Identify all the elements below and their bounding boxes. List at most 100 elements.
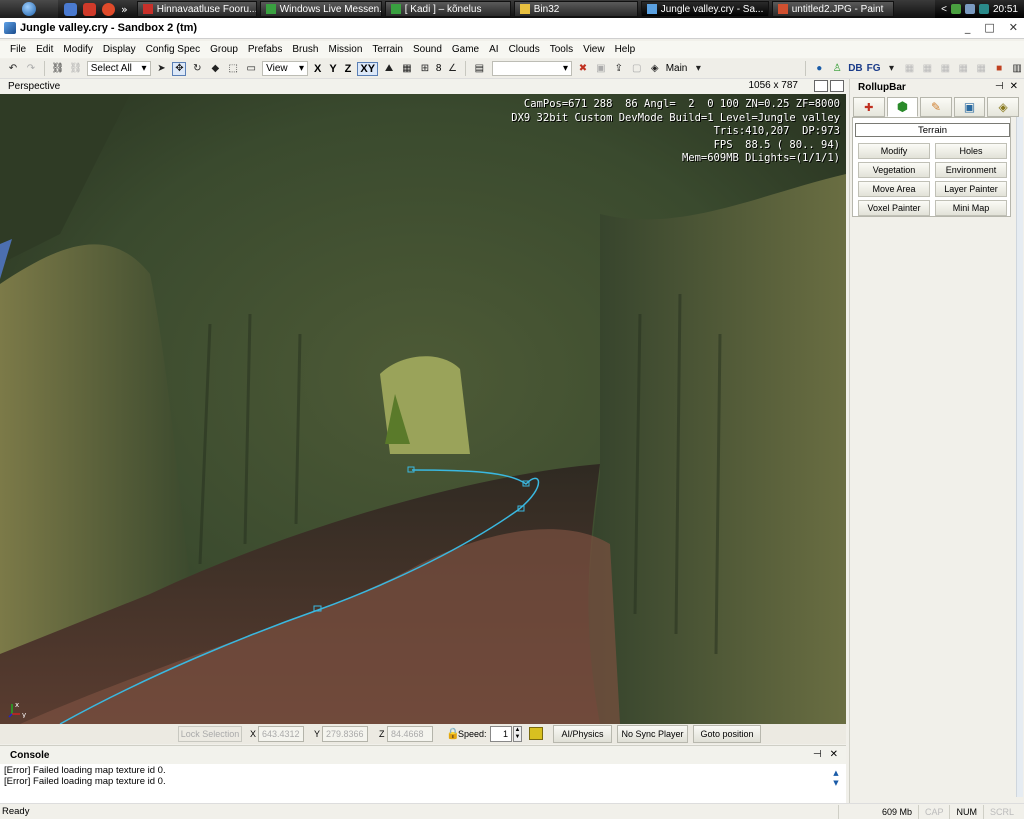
axis-xy-button[interactable]: XY — [357, 61, 379, 76]
viewport-options-button[interactable] — [814, 80, 828, 92]
opera-icon[interactable] — [83, 2, 96, 16]
perspective-viewport[interactable]: CamPos=671 288 86 Angl= 2 0 100 ZN=0.25 … — [0, 94, 846, 724]
player-icon[interactable]: ♙ — [830, 62, 844, 76]
chevron-down-icon[interactable]: ▾ — [691, 62, 705, 76]
remove-selection-icon[interactable]: ✖ — [576, 62, 590, 76]
rollup-scrollbar[interactable] — [1016, 117, 1023, 797]
menu-ai[interactable]: AI — [485, 44, 502, 55]
snap-icon[interactable]: ▭ — [244, 62, 258, 76]
scale-icon[interactable]: ◆ — [208, 62, 222, 76]
close-button[interactable]: ✕ — [1009, 21, 1018, 34]
media-icon[interactable] — [102, 2, 115, 16]
goto-position-button[interactable]: Goto position — [693, 725, 761, 743]
menu-display[interactable]: Display — [99, 44, 140, 55]
menu-game[interactable]: Game — [448, 44, 483, 55]
grid-icon[interactable]: ⊞ — [418, 62, 432, 76]
vegetation-button[interactable]: Vegetation — [858, 162, 930, 178]
notes-icon[interactable]: ▤ — [472, 62, 486, 76]
voxel-painter-button[interactable]: Voxel Painter — [858, 200, 930, 216]
grid-snap-icon[interactable]: ▦ — [400, 62, 414, 76]
messenger-tray-icon[interactable] — [950, 4, 961, 14]
menu-group[interactable]: Group — [206, 44, 242, 55]
task-button-paint[interactable]: untitled2.JPG - Paint — [771, 1, 894, 17]
menu-config-spec[interactable]: Config Spec — [142, 44, 204, 55]
menu-file[interactable]: File — [6, 44, 30, 55]
menu-view[interactable]: View — [579, 44, 609, 55]
z-coord-field[interactable]: 84.4668 — [387, 726, 433, 742]
pin-icon[interactable]: ⊣ — [995, 81, 1004, 92]
rotate-icon[interactable]: ↻ — [190, 62, 204, 76]
app-tray-icon[interactable] — [978, 4, 989, 14]
select-arrow-icon[interactable]: ➤ — [155, 62, 169, 76]
layers-icon[interactable]: ◈ — [648, 62, 662, 76]
tab-objects[interactable]: ✚ — [853, 97, 885, 117]
menu-modify[interactable]: Modify — [59, 44, 96, 55]
unlink-icon[interactable]: ⛓ — [69, 62, 83, 76]
tab-modelling[interactable]: ✎ — [920, 97, 952, 117]
speed-field[interactable]: 1 — [490, 726, 512, 742]
chevron-down-icon[interactable]: ▾ — [885, 62, 899, 76]
task-button-forum[interactable]: Hinnavaatluse Fooru... — [136, 1, 257, 17]
globe-icon[interactable]: ● — [812, 62, 826, 76]
holes-button[interactable]: Holes — [935, 143, 1007, 159]
browser-icon[interactable] — [64, 2, 77, 16]
close-icon[interactable]: ✕ — [830, 749, 838, 760]
tab-terrain[interactable]: ⬢ — [886, 97, 919, 117]
terrain-follow-icon[interactable] — [529, 727, 543, 740]
task-button-messenger[interactable]: Windows Live Messen... — [259, 1, 382, 17]
tray-expand-icon[interactable]: < — [941, 4, 947, 15]
start-button[interactable] — [0, 0, 58, 18]
x-coord-field[interactable]: 643.4312 — [258, 726, 304, 742]
link-icon[interactable]: ⛓ — [51, 62, 65, 76]
axis-x-button[interactable]: X — [312, 63, 323, 75]
layer-painter-button[interactable]: Layer Painter — [935, 181, 1007, 197]
no-sync-player-button[interactable]: No Sync Player — [617, 725, 688, 743]
terrain-snap-icon[interactable]: ⛰ — [382, 62, 396, 76]
axis-y-button[interactable]: Y — [327, 63, 338, 75]
mini-map-button[interactable]: Mini Map — [935, 200, 1007, 216]
selection-mask-combo[interactable]: Select All ▾ — [86, 61, 151, 76]
console-scrollbar[interactable]: ▲ ▼ — [830, 768, 842, 790]
lock-selection-button[interactable]: Lock Selection — [178, 726, 242, 742]
db-button[interactable]: DB — [848, 63, 862, 74]
material-icon[interactable]: ■ — [992, 62, 1006, 76]
environment-button[interactable]: Environment — [935, 162, 1007, 178]
move-area-button[interactable]: Move Area — [858, 181, 930, 197]
pin-icon[interactable]: ⊣ — [813, 749, 822, 760]
export-icon[interactable]: ⇪ — [612, 62, 626, 76]
console-output[interactable]: [Error] Failed loading map texture id 0.… — [0, 764, 846, 789]
redo-icon[interactable]: ↷ — [24, 62, 38, 76]
reference-coord-combo[interactable]: View ▾ — [262, 61, 308, 76]
prefab-icon[interactable]: ▣ — [594, 62, 608, 76]
task-button-sandbox[interactable]: Jungle valley.cry - Sa... — [640, 1, 769, 17]
speed-spinner[interactable]: ▲ ▼ — [513, 726, 522, 742]
menu-terrain[interactable]: Terrain — [368, 44, 407, 55]
menu-mission[interactable]: Mission — [324, 44, 366, 55]
maximize-button[interactable]: □ — [984, 21, 994, 34]
film-icon[interactable]: ▥ — [1010, 62, 1024, 76]
tab-layers[interactable]: ◈ — [987, 97, 1019, 117]
menu-sound[interactable]: Sound — [409, 44, 446, 55]
viewport-maximize-button[interactable] — [830, 80, 844, 92]
angle-snap-icon[interactable]: ∠ — [445, 62, 459, 76]
menu-prefabs[interactable]: Prefabs — [244, 44, 286, 55]
tab-display[interactable]: ▣ — [953, 97, 986, 117]
undo-icon[interactable]: ↶ — [6, 62, 20, 76]
menu-help[interactable]: Help — [611, 44, 640, 55]
clock[interactable]: 20:51 — [993, 4, 1018, 15]
modify-button[interactable]: Modify — [858, 143, 930, 159]
terrain-panel-title[interactable]: Terrain — [855, 123, 1010, 137]
menu-edit[interactable]: Edit — [32, 44, 57, 55]
selection-set-combo[interactable]: ▾ — [492, 61, 572, 76]
task-button-conversation[interactable]: [ Kadi ] – kõnelus — [384, 1, 511, 17]
move-icon[interactable]: ✥ — [172, 61, 187, 76]
axis-z-button[interactable]: Z — [343, 63, 354, 75]
task-button-bin32[interactable]: Bin32 — [513, 1, 638, 17]
grid-size-value[interactable]: 8 — [436, 63, 442, 74]
menu-tools[interactable]: Tools — [546, 44, 577, 55]
minimize-button[interactable]: _ — [965, 21, 971, 34]
y-coord-field[interactable]: 279.8366 — [322, 726, 368, 742]
viewport-title[interactable]: Perspective — [8, 81, 60, 92]
sandbox-app-icon[interactable] — [4, 22, 16, 34]
close-icon[interactable]: ✕ — [1010, 81, 1018, 92]
